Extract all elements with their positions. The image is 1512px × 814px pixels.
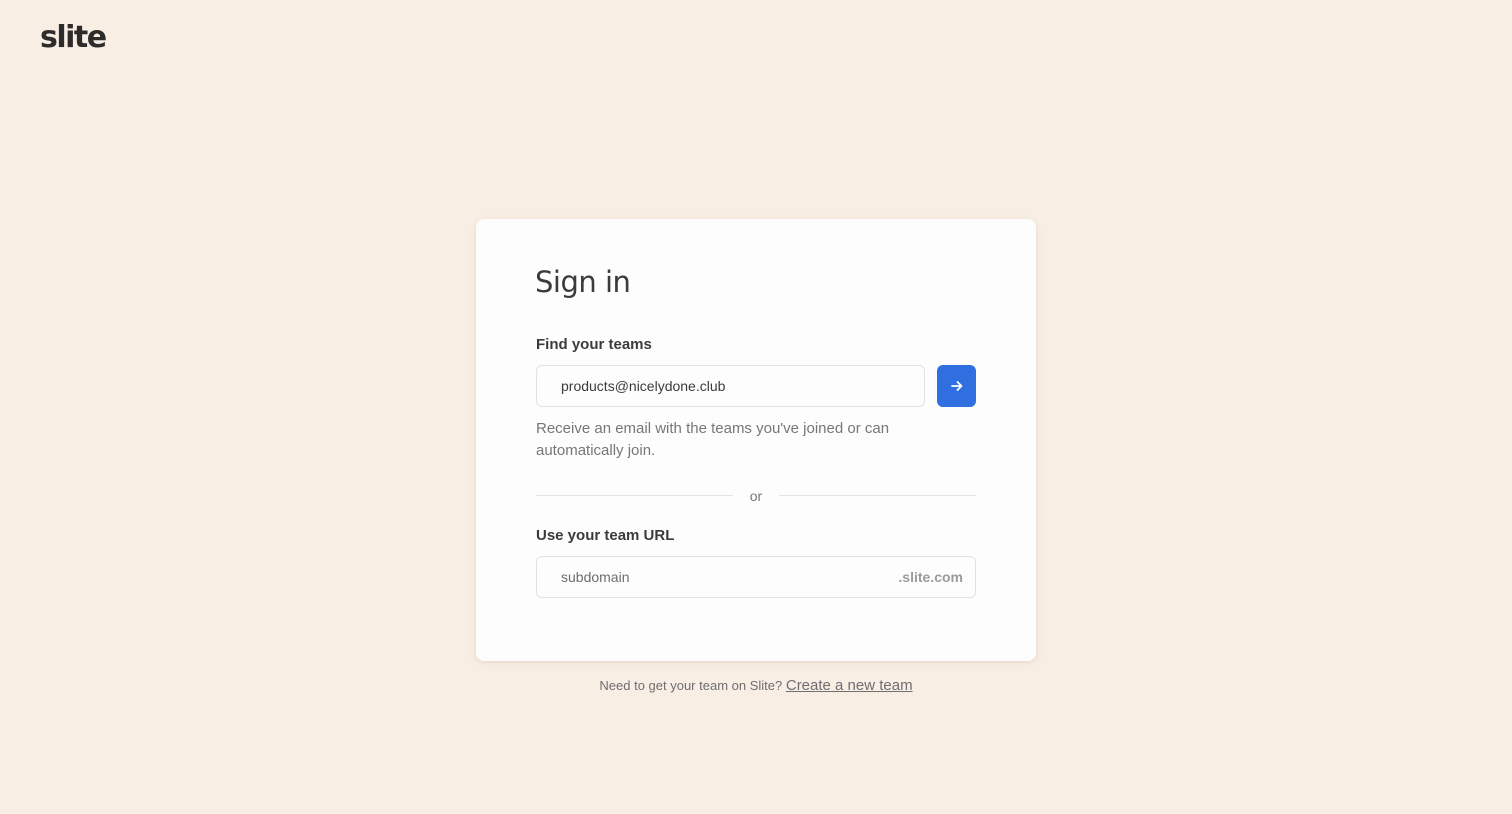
divider-line-right bbox=[779, 495, 976, 496]
url-suffix: .slite.com bbox=[898, 569, 963, 585]
footer: Need to get your team on Slite? Create a… bbox=[0, 676, 1512, 696]
team-url-label: Use your team URL bbox=[536, 527, 675, 544]
find-teams-submit-button[interactable] bbox=[937, 365, 976, 407]
arrow-right-icon bbox=[950, 381, 962, 391]
footer-prompt: Need to get your team on Slite? bbox=[599, 678, 783, 693]
slite-logo[interactable]: slite bbox=[40, 18, 107, 58]
email-field[interactable] bbox=[536, 365, 925, 407]
or-divider: or bbox=[536, 487, 976, 505]
divider-or-text: or bbox=[749, 488, 763, 504]
team-url-field[interactable]: .slite.com bbox=[536, 556, 976, 598]
create-team-link[interactable]: Create a new team bbox=[786, 677, 913, 694]
find-teams-label: Find your teams bbox=[536, 336, 652, 353]
subdomain-input[interactable] bbox=[537, 557, 877, 597]
signin-page: slite Sign in Find your teams Receive an… bbox=[0, 0, 1512, 814]
signin-card: Sign in Find your teams Receive an email… bbox=[476, 219, 1036, 661]
find-teams-helper-text: Receive an email with the teams you've j… bbox=[536, 420, 890, 459]
page-title: Sign in bbox=[535, 265, 631, 299]
